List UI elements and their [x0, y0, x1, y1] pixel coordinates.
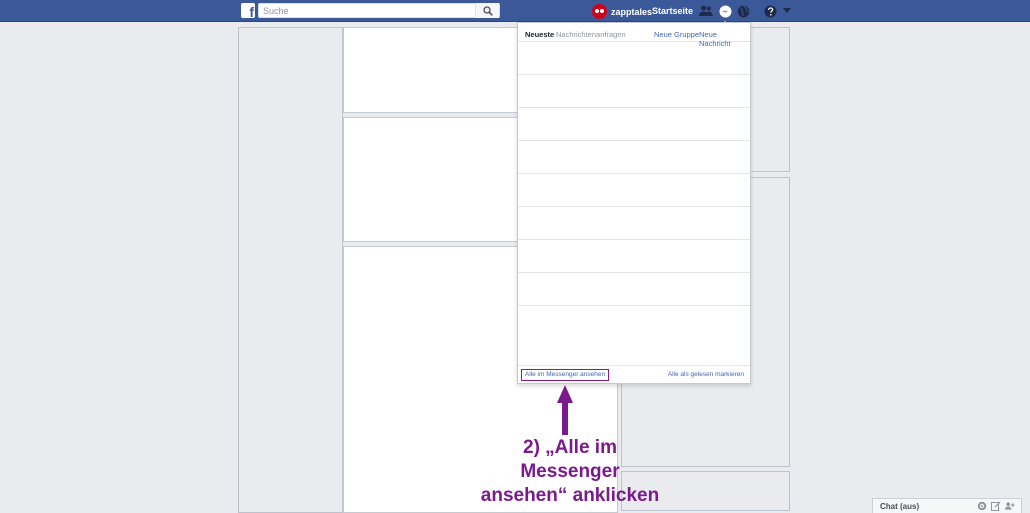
new-message-compose-icon[interactable] — [991, 501, 1001, 511]
left-sidebar-placeholder — [238, 27, 343, 513]
tab-message-requests[interactable]: Nachrichtenanfragen — [556, 30, 626, 39]
search-icon — [482, 5, 493, 16]
profile-link[interactable]: zapptales — [592, 4, 652, 19]
new-message-link[interactable]: Neue Nachricht — [699, 30, 750, 48]
chat-status-label: Chat (aus) — [880, 502, 920, 511]
avatar — [592, 4, 607, 19]
tab-recent[interactable]: Neueste — [525, 30, 554, 39]
conversation-list-item[interactable] — [518, 141, 750, 174]
conversation-list-item[interactable] — [518, 174, 750, 207]
conversation-list-item[interactable] — [518, 273, 750, 306]
messages-dropdown-footer: Alle im Messenger ansehen Alle als geles… — [518, 365, 750, 384]
logo-letter: f — [249, 4, 254, 20]
see-all-in-messenger-link[interactable]: Alle im Messenger ansehen — [521, 369, 609, 381]
annotation-line-3: ansehen“ anklicken — [480, 485, 660, 506]
new-group-link[interactable]: Neue Gruppe — [654, 30, 699, 39]
home-link[interactable]: Startseite — [652, 6, 693, 16]
chat-icons — [977, 501, 1015, 511]
search-box — [258, 3, 500, 18]
feed-card-post — [343, 117, 521, 242]
help-icon[interactable] — [763, 4, 777, 18]
profile-name: zapptales — [611, 6, 653, 17]
search-input[interactable] — [259, 4, 469, 17]
annotation-arrow-up-icon — [557, 385, 573, 435]
search-button[interactable] — [475, 3, 499, 18]
chat-sidebar-bar[interactable]: Chat (aus) — [872, 498, 1022, 513]
conversation-list-item[interactable] — [518, 108, 750, 141]
notifications-globe-icon[interactable] — [736, 4, 750, 18]
right-column-box — [747, 27, 790, 172]
friend-requests-icon[interactable] — [699, 4, 713, 18]
annotation-line-2: Messenger — [520, 461, 620, 482]
annotation-line-1: 2) „Alle im — [523, 437, 617, 458]
chat-options-gear-icon[interactable] — [977, 501, 987, 511]
conversation-list-item[interactable] — [518, 240, 750, 273]
messages-dropdown-header: Neueste Nachrichtenanfragen Neue Gruppe … — [518, 23, 750, 48]
top-navigation-bar: f zapptales Startseite — [0, 0, 1030, 27]
conversation-list-item[interactable] — [518, 75, 750, 108]
feed-card-composer — [343, 27, 521, 113]
facebook-logo-icon[interactable]: f — [241, 3, 255, 20]
tutorial-annotation: 2) „Alle im Messenger ansehen“ anklicken — [480, 436, 660, 508]
mark-all-read-link[interactable]: Alle als gelesen markieren — [668, 371, 744, 378]
messages-dropdown: Neueste Nachrichtenanfragen Neue Gruppe … — [517, 22, 751, 384]
create-group-icon[interactable] — [1005, 501, 1015, 511]
messages-icon[interactable] — [718, 4, 732, 27]
conversation-list-item[interactable] — [518, 207, 750, 240]
account-menu-chevron-down-icon[interactable] — [780, 4, 794, 18]
